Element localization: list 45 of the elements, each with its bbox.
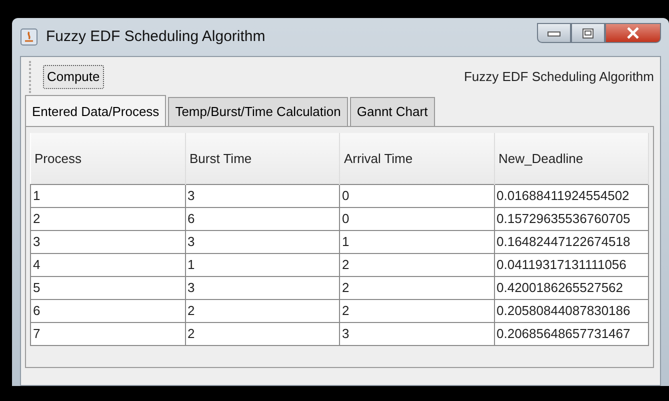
table-cell: 3 (340, 322, 494, 346)
table-cell: 0.01688411924554502 (494, 184, 648, 208)
close-button[interactable] (605, 23, 661, 43)
table-cell: 3 (30, 230, 185, 254)
app-icon (20, 28, 38, 46)
minimize-icon (547, 29, 561, 37)
tab[interactable]: Entered Data/Process (25, 95, 166, 126)
table-cell: 0.15729635536760705 (494, 208, 648, 230)
column-header[interactable]: Process (30, 132, 185, 184)
toolbar-title: Fuzzy EDF Scheduling Algorithm (464, 68, 654, 86)
table-cell: 6 (185, 208, 340, 230)
table-cell: 1 (185, 254, 340, 276)
table-cell: 0 (340, 208, 494, 230)
tab[interactable]: Gannt Chart (350, 97, 435, 126)
tab[interactable]: Temp/Burst/Time Calculation (168, 97, 348, 126)
table-cell: 2 (340, 254, 494, 276)
table-cell: 2 (340, 300, 494, 322)
table-cell: 6 (30, 300, 185, 322)
table-cell: 1 (340, 230, 494, 254)
table-cell: 3 (185, 276, 340, 300)
table-cell: 3 (185, 184, 340, 208)
table-cell: 0.04119317131111056 (494, 254, 648, 276)
table-cell: 0.20685648657731467 (494, 322, 648, 346)
table-cell: 1 (30, 184, 185, 208)
table-cell: 0 (340, 184, 494, 208)
close-icon (626, 27, 640, 39)
table-cell: 2 (340, 276, 494, 300)
table-cell: 7 (30, 322, 185, 346)
table-cell: 2 (185, 300, 340, 322)
table-cell: 3 (185, 230, 340, 254)
table-cell: 2 (185, 322, 340, 346)
window-title: Fuzzy EDF Scheduling Algorithm (46, 26, 266, 47)
table-cell: 4 (30, 254, 185, 276)
column-header[interactable]: Arrival Time (340, 132, 494, 184)
table-cell: 5 (30, 276, 185, 300)
table-cell: 2 (30, 208, 185, 230)
table-cell: 0.16482447122674518 (494, 230, 648, 254)
column-header[interactable]: Burst Time (185, 132, 340, 184)
maximize-button[interactable] (571, 23, 605, 43)
minimize-button[interactable] (537, 23, 571, 43)
maximize-icon (582, 28, 594, 38)
table-cell: 0.4200186265527562 (494, 276, 648, 300)
compute-button[interactable]: Compute (43, 65, 104, 89)
column-header[interactable]: New_Deadline (494, 132, 648, 184)
table-cell: 0.20580844087830186 (494, 300, 648, 322)
